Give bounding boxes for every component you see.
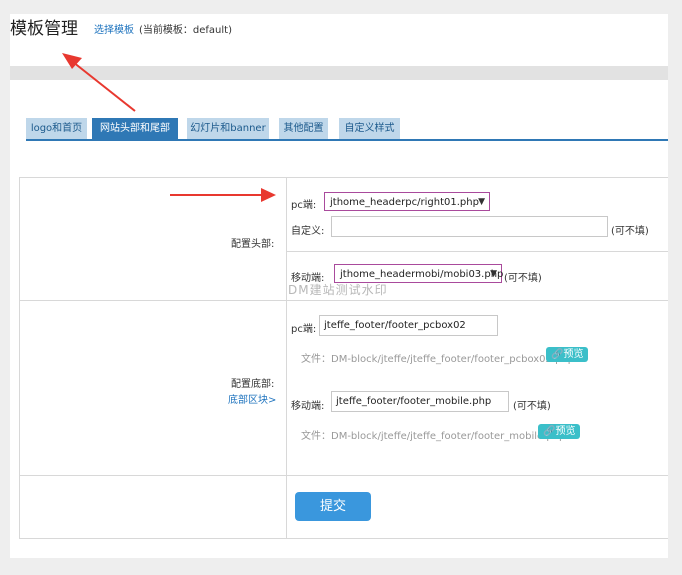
page-title: 模板管理	[10, 19, 78, 39]
header-custom-input[interactable]	[331, 216, 608, 237]
header-pc-label: pc端:	[291, 200, 317, 211]
tab-logo-home[interactable]: logo和首页	[26, 118, 87, 139]
watermark-text: DM建站测试水印	[288, 283, 388, 297]
tab-underline	[26, 139, 668, 141]
preview-label: 预览	[563, 349, 584, 360]
footer-mobile-label: 移动端:	[291, 401, 325, 412]
table-row-divider	[19, 300, 668, 301]
header-pc-select[interactable]: jthome_headerpc/right01.php ▼	[324, 192, 490, 211]
header-config-label: 配置头部:	[231, 239, 275, 250]
preview-label: 预览	[555, 426, 576, 437]
tab-header-footer[interactable]: 网站头部和尾部	[92, 118, 178, 139]
footer-pc-input[interactable]: jteffe_footer/footer_pcbox02	[319, 315, 498, 336]
table-row-divider	[19, 475, 668, 476]
current-template-text: (当前模板：default)	[139, 25, 232, 36]
table-border-left	[19, 177, 20, 538]
footer-mobile-hint: (可不填)	[513, 401, 551, 412]
footer-mobile-file-path: 文件：DM-block/jteffe/jteffe_footer/footer_…	[301, 431, 566, 442]
header-custom-label: 自定义:	[291, 226, 325, 237]
chevron-down-icon: ▼	[490, 269, 497, 279]
header-mobile-select-value: jthome_headermobi/mobi03.php	[340, 269, 504, 280]
separator-band	[10, 66, 668, 80]
submit-button[interactable]: 提交	[295, 492, 371, 521]
chevron-down-icon: ▼	[478, 197, 485, 207]
link-icon: 🔗	[543, 426, 556, 437]
footer-block-link[interactable]: 底部区块>	[228, 391, 276, 406]
header-pc-select-value: jthome_headerpc/right01.php	[330, 197, 479, 208]
link-icon: 🔗	[551, 349, 564, 360]
footer-config-label: 配置底部:	[231, 379, 275, 390]
header-custom-hint: (可不填)	[611, 226, 649, 237]
footer-pc-file-path: 文件：DM-block/jteffe/jteffe_footer/footer_…	[301, 354, 575, 365]
footer-pc-label: pc端:	[291, 324, 317, 335]
tab-custom-style[interactable]: 自定义样式	[339, 118, 400, 139]
footer-pc-preview-button[interactable]: 🔗预览	[546, 347, 589, 362]
table-subrow-divider	[286, 251, 668, 252]
footer-mobile-preview-button[interactable]: 🔗预览	[538, 424, 581, 439]
select-template-link[interactable]: 选择模板	[94, 21, 134, 36]
table-column-divider	[286, 177, 287, 538]
table-border-bottom	[19, 538, 668, 539]
tab-other-config[interactable]: 其他配置	[279, 118, 328, 139]
tab-slides-banner[interactable]: 幻灯片和banner	[187, 118, 269, 139]
header-mobile-hint: (可不填)	[504, 273, 542, 284]
table-border-top	[19, 177, 668, 178]
footer-mobile-input[interactable]: jteffe_footer/footer_mobile.php	[331, 391, 509, 412]
